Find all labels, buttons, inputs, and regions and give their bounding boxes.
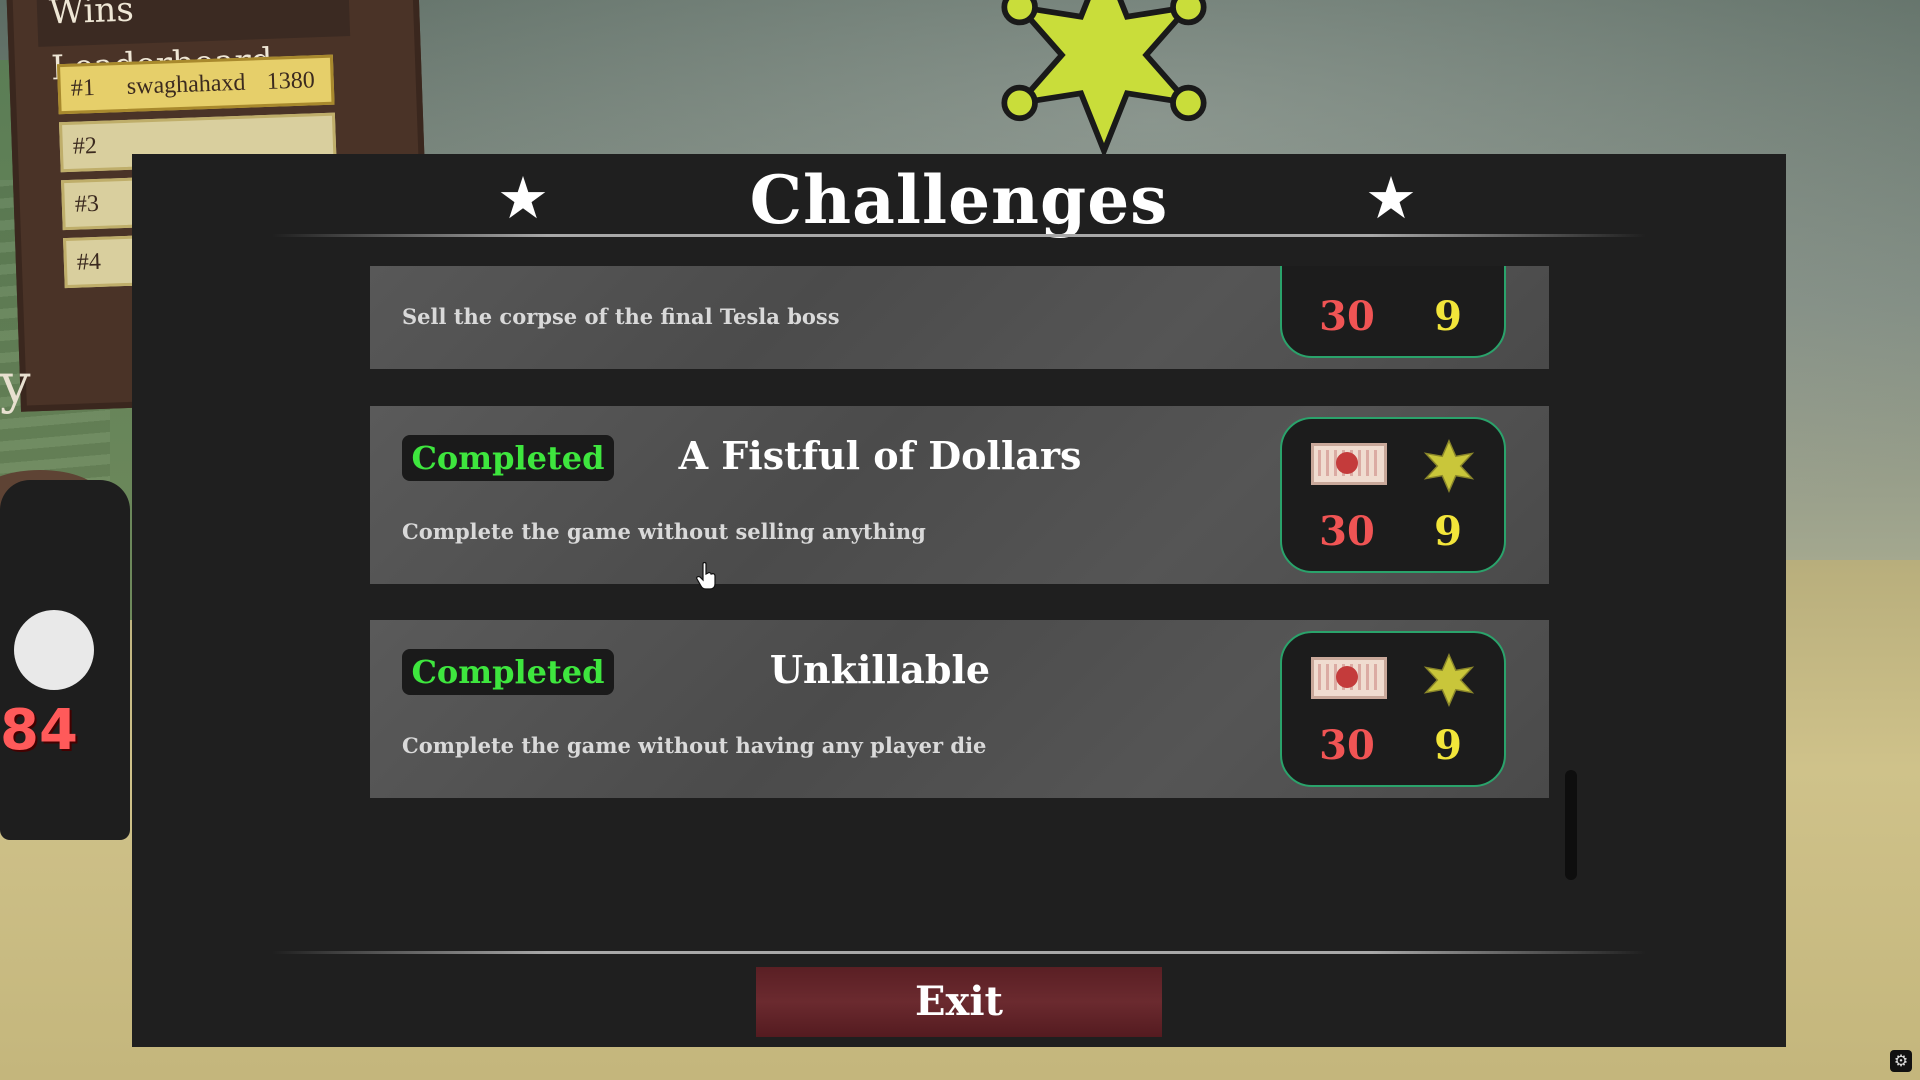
leaderboard-rank: #1 — [70, 74, 96, 102]
reward-stars-value: 9 — [1434, 293, 1462, 340]
leaderboard-rank: #2 — [72, 132, 98, 160]
reward-money-value: 30 — [1319, 293, 1375, 340]
reward-box: 30 9 — [1280, 417, 1506, 573]
challenge-description: Complete the game without selling anythi… — [402, 519, 926, 544]
exit-button[interactable]: Exit — [756, 967, 1162, 1037]
hand-cursor-icon — [696, 562, 716, 590]
leaderboard-rank: #3 — [74, 190, 100, 218]
reward-money-value: 30 — [1319, 508, 1375, 555]
shirt-logo — [14, 610, 94, 690]
reward-box: 30 9 — [1280, 631, 1506, 787]
status-badge: Completed — [402, 435, 614, 481]
game-scene: Wins Leaderboard #1swaghahaxd1380 #2 #3 … — [0, 0, 1920, 1080]
challenge-card: Sell the corpse of the final Tesla boss … — [370, 266, 1549, 369]
sheriff-badge-icon — [1423, 653, 1475, 707]
player-overhead-number: 84 — [0, 698, 78, 763]
sheriff-badge-icon — [984, 0, 1224, 170]
settings-icon[interactable]: ⚙ — [1890, 1050, 1912, 1072]
challenge-list[interactable]: Sell the corpse of the final Tesla boss … — [370, 266, 1550, 886]
leaderboard-score: 1380 — [266, 67, 316, 95]
leaderboard-name: swaghahaxd — [126, 69, 246, 100]
leaderboard-row: #1 swaghahaxd 1380 — [56, 54, 335, 115]
ticket-icon — [1311, 657, 1387, 699]
ticket-icon — [1311, 443, 1387, 485]
reward-money-value: 30 — [1319, 722, 1375, 769]
challenge-card: Completed Unkillable Complete the game w… — [370, 620, 1549, 798]
challenge-description: Sell the corpse of the final Tesla boss — [402, 304, 840, 329]
footer-divider — [272, 951, 1646, 954]
challenge-card: Completed A Fistful of Dollars Complete … — [370, 406, 1549, 584]
reward-stars-value: 9 — [1434, 508, 1462, 555]
leaderboard-title: Wins Leaderboard — [36, 0, 351, 88]
status-badge: Completed — [402, 649, 614, 695]
leaderboard-rank: #4 — [76, 248, 102, 276]
challenge-description: Complete the game without having any pla… — [402, 733, 987, 758]
challenge-title: Unkillable — [769, 647, 991, 692]
challenge-title: A Fistful of Dollars — [678, 433, 1082, 478]
reward-stars-value: 9 — [1434, 722, 1462, 769]
reward-box: 30 9 — [1280, 266, 1506, 358]
sheriff-badge-icon — [1423, 439, 1475, 493]
challenges-panel: ★ Challenges ★ Sell the corpse of the fi… — [132, 154, 1786, 1047]
background-sign-text: y — [0, 352, 31, 415]
panel-header: ★ Challenges ★ — [132, 154, 1786, 240]
panel-title: Challenges — [749, 161, 1169, 239]
scrollbar-thumb[interactable] — [1565, 770, 1577, 880]
header-divider — [272, 234, 1646, 237]
star-icon: ★ — [1365, 164, 1417, 232]
